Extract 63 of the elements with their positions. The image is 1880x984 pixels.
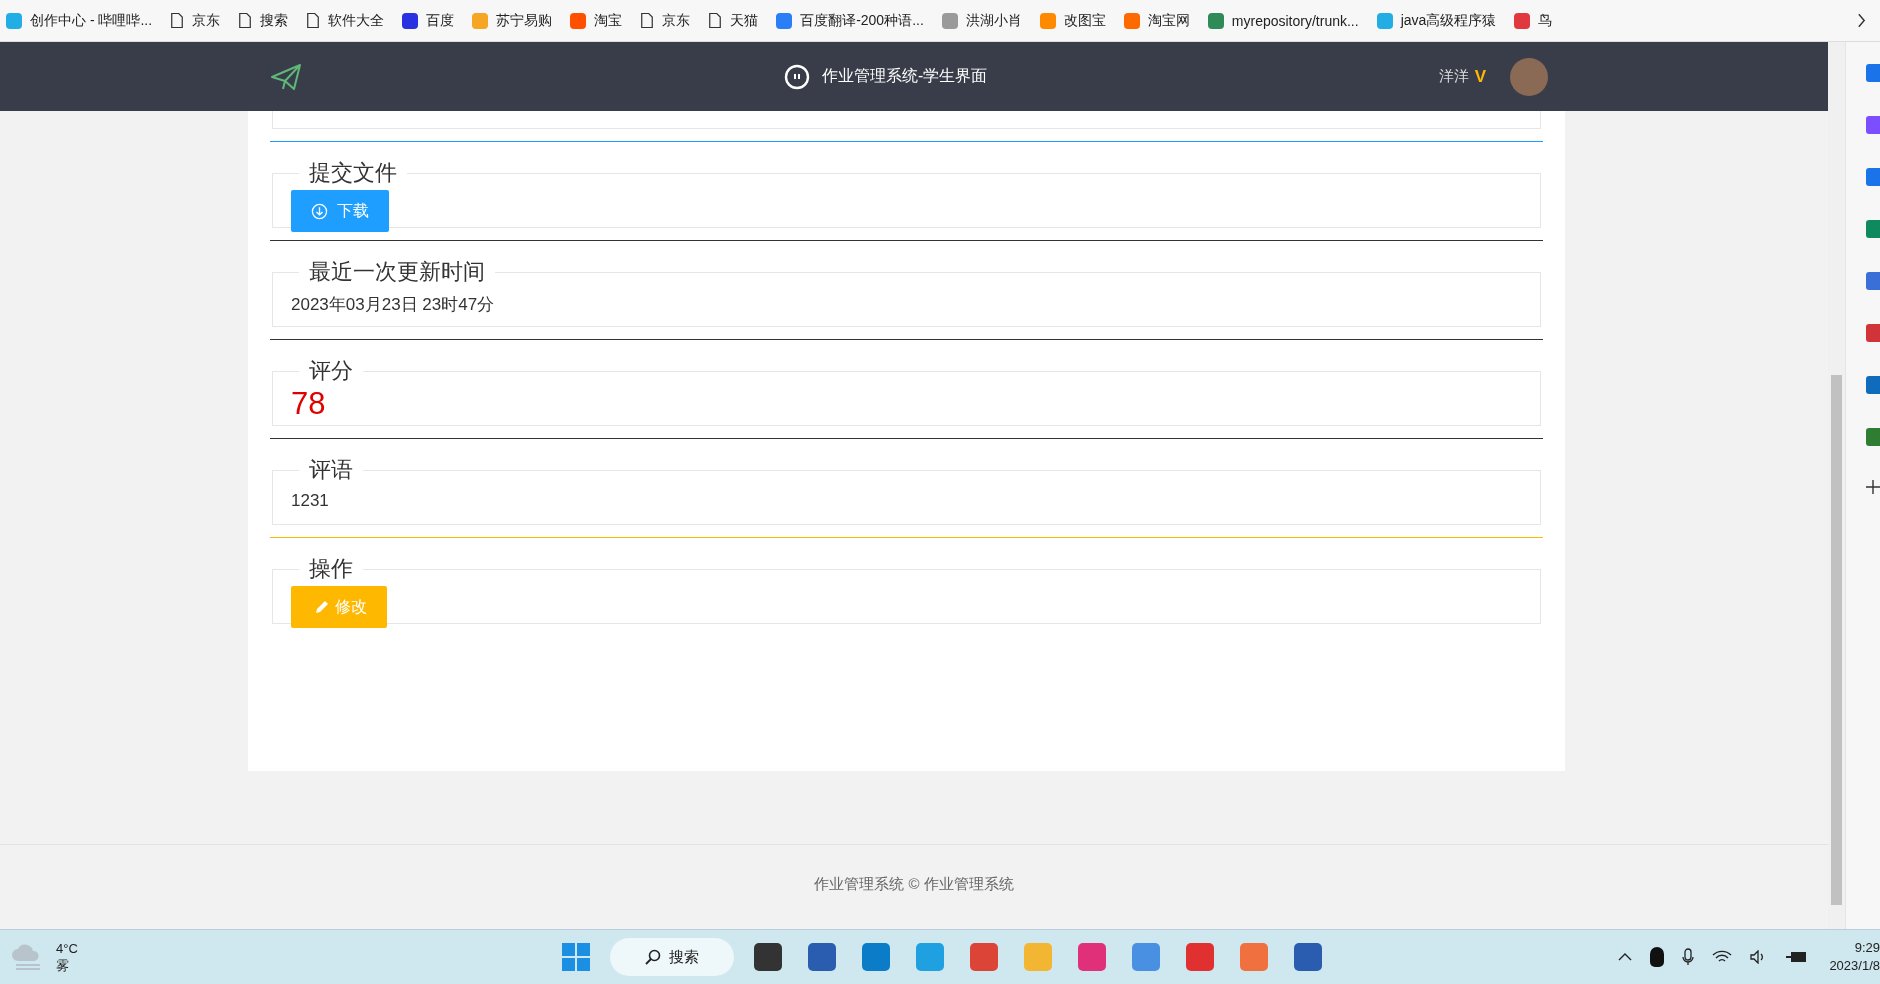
bookmark-link[interactable]: myrepository/trunk...: [1207, 12, 1359, 29]
scrollbar[interactable]: [1828, 42, 1845, 929]
page-icon: [306, 12, 321, 29]
bookmark-link[interactable]: 洪湖小肖: [941, 11, 1022, 30]
battery-icon[interactable]: [1786, 950, 1808, 964]
clock-time: 9:29: [1854, 939, 1880, 957]
app-icon[interactable]: [1866, 428, 1880, 446]
app-icon[interactable]: [1866, 64, 1880, 82]
wifi-icon[interactable]: [1712, 950, 1732, 964]
bookmark-link[interactable]: 淘宝: [570, 11, 623, 30]
app-icon[interactable]: [1866, 220, 1880, 238]
section-title: 操作: [308, 555, 354, 583]
chevron-up-icon[interactable]: [1618, 953, 1632, 961]
footer-text: 作业管理系统 © 作业管理系统: [814, 875, 1014, 894]
chevron-icon[interactable]: [1857, 13, 1866, 28]
app-icon[interactable]: [1866, 116, 1880, 134]
user-name[interactable]: 洋洋: [1438, 67, 1469, 86]
field-value: 2023年03月23日 23时47分: [291, 294, 496, 316]
app-icon[interactable]: [1294, 943, 1322, 971]
bookmark-link[interactable]: 苏宁易购: [472, 11, 553, 30]
search-field[interactable]: 搜索: [610, 938, 734, 976]
page-icon: [708, 12, 723, 29]
search-icon: [645, 949, 661, 965]
app-icon[interactable]: [1866, 376, 1880, 394]
vip-mark: V: [1474, 66, 1486, 87]
bookmark-link[interactable]: 天猫: [708, 11, 759, 30]
bookmark-link[interactable]: 搜索: [238, 11, 289, 30]
field-value: 1231: [291, 491, 330, 511]
bookmark-link[interactable]: 京东: [640, 11, 691, 30]
start-icon[interactable]: [562, 943, 590, 971]
clock-date: 2023/1/8: [1829, 957, 1880, 975]
section-title: 评分: [308, 357, 354, 385]
app-icon[interactable]: [1866, 168, 1880, 186]
page-icon: [238, 12, 253, 29]
temperature: 4°C: [56, 940, 78, 957]
weather-text: 雾: [56, 957, 70, 974]
bookmark-link[interactable]: 改图宝: [1039, 11, 1106, 30]
paper-plane-icon: [270, 62, 302, 91]
chat-icon: [784, 63, 810, 90]
app-title: 作业管理系统-学生界面: [822, 66, 988, 86]
page-icon: [640, 12, 655, 29]
bookmark-link[interactable]: 软件大全: [306, 11, 385, 30]
app-icon[interactable]: [1132, 943, 1160, 971]
bookmark-link[interactable]: 百度: [402, 11, 455, 30]
download-icon: [311, 202, 328, 220]
score-value: 78: [291, 386, 327, 422]
bookmark-link[interactable]: java高级程序猿: [1376, 11, 1497, 30]
bookmark-link[interactable]: 淘宝网: [1123, 11, 1190, 30]
bookmark-link[interactable]: 百度翻译-200种语...: [776, 11, 924, 30]
pencil-icon: [315, 600, 329, 614]
page-icon: [170, 12, 185, 29]
section-title: 提交文件: [308, 159, 398, 187]
microphone-icon[interactable]: [1682, 948, 1694, 966]
app-icon[interactable]: [1866, 324, 1880, 342]
bookmark-link[interactable]: 京东: [170, 11, 221, 30]
avatar[interactable]: [1510, 57, 1548, 96]
section-title: 最近一次更新时间: [308, 258, 486, 286]
app-icon[interactable]: [1866, 272, 1880, 290]
app-icon[interactable]: [1240, 943, 1268, 971]
bookmark-link[interactable]: 创作中心 - 哔哩哔...: [6, 11, 153, 30]
section-title: 评语: [308, 456, 354, 484]
bookmark-link[interactable]: 鸟: [1514, 11, 1553, 30]
add-icon[interactable]: [1866, 480, 1880, 494]
